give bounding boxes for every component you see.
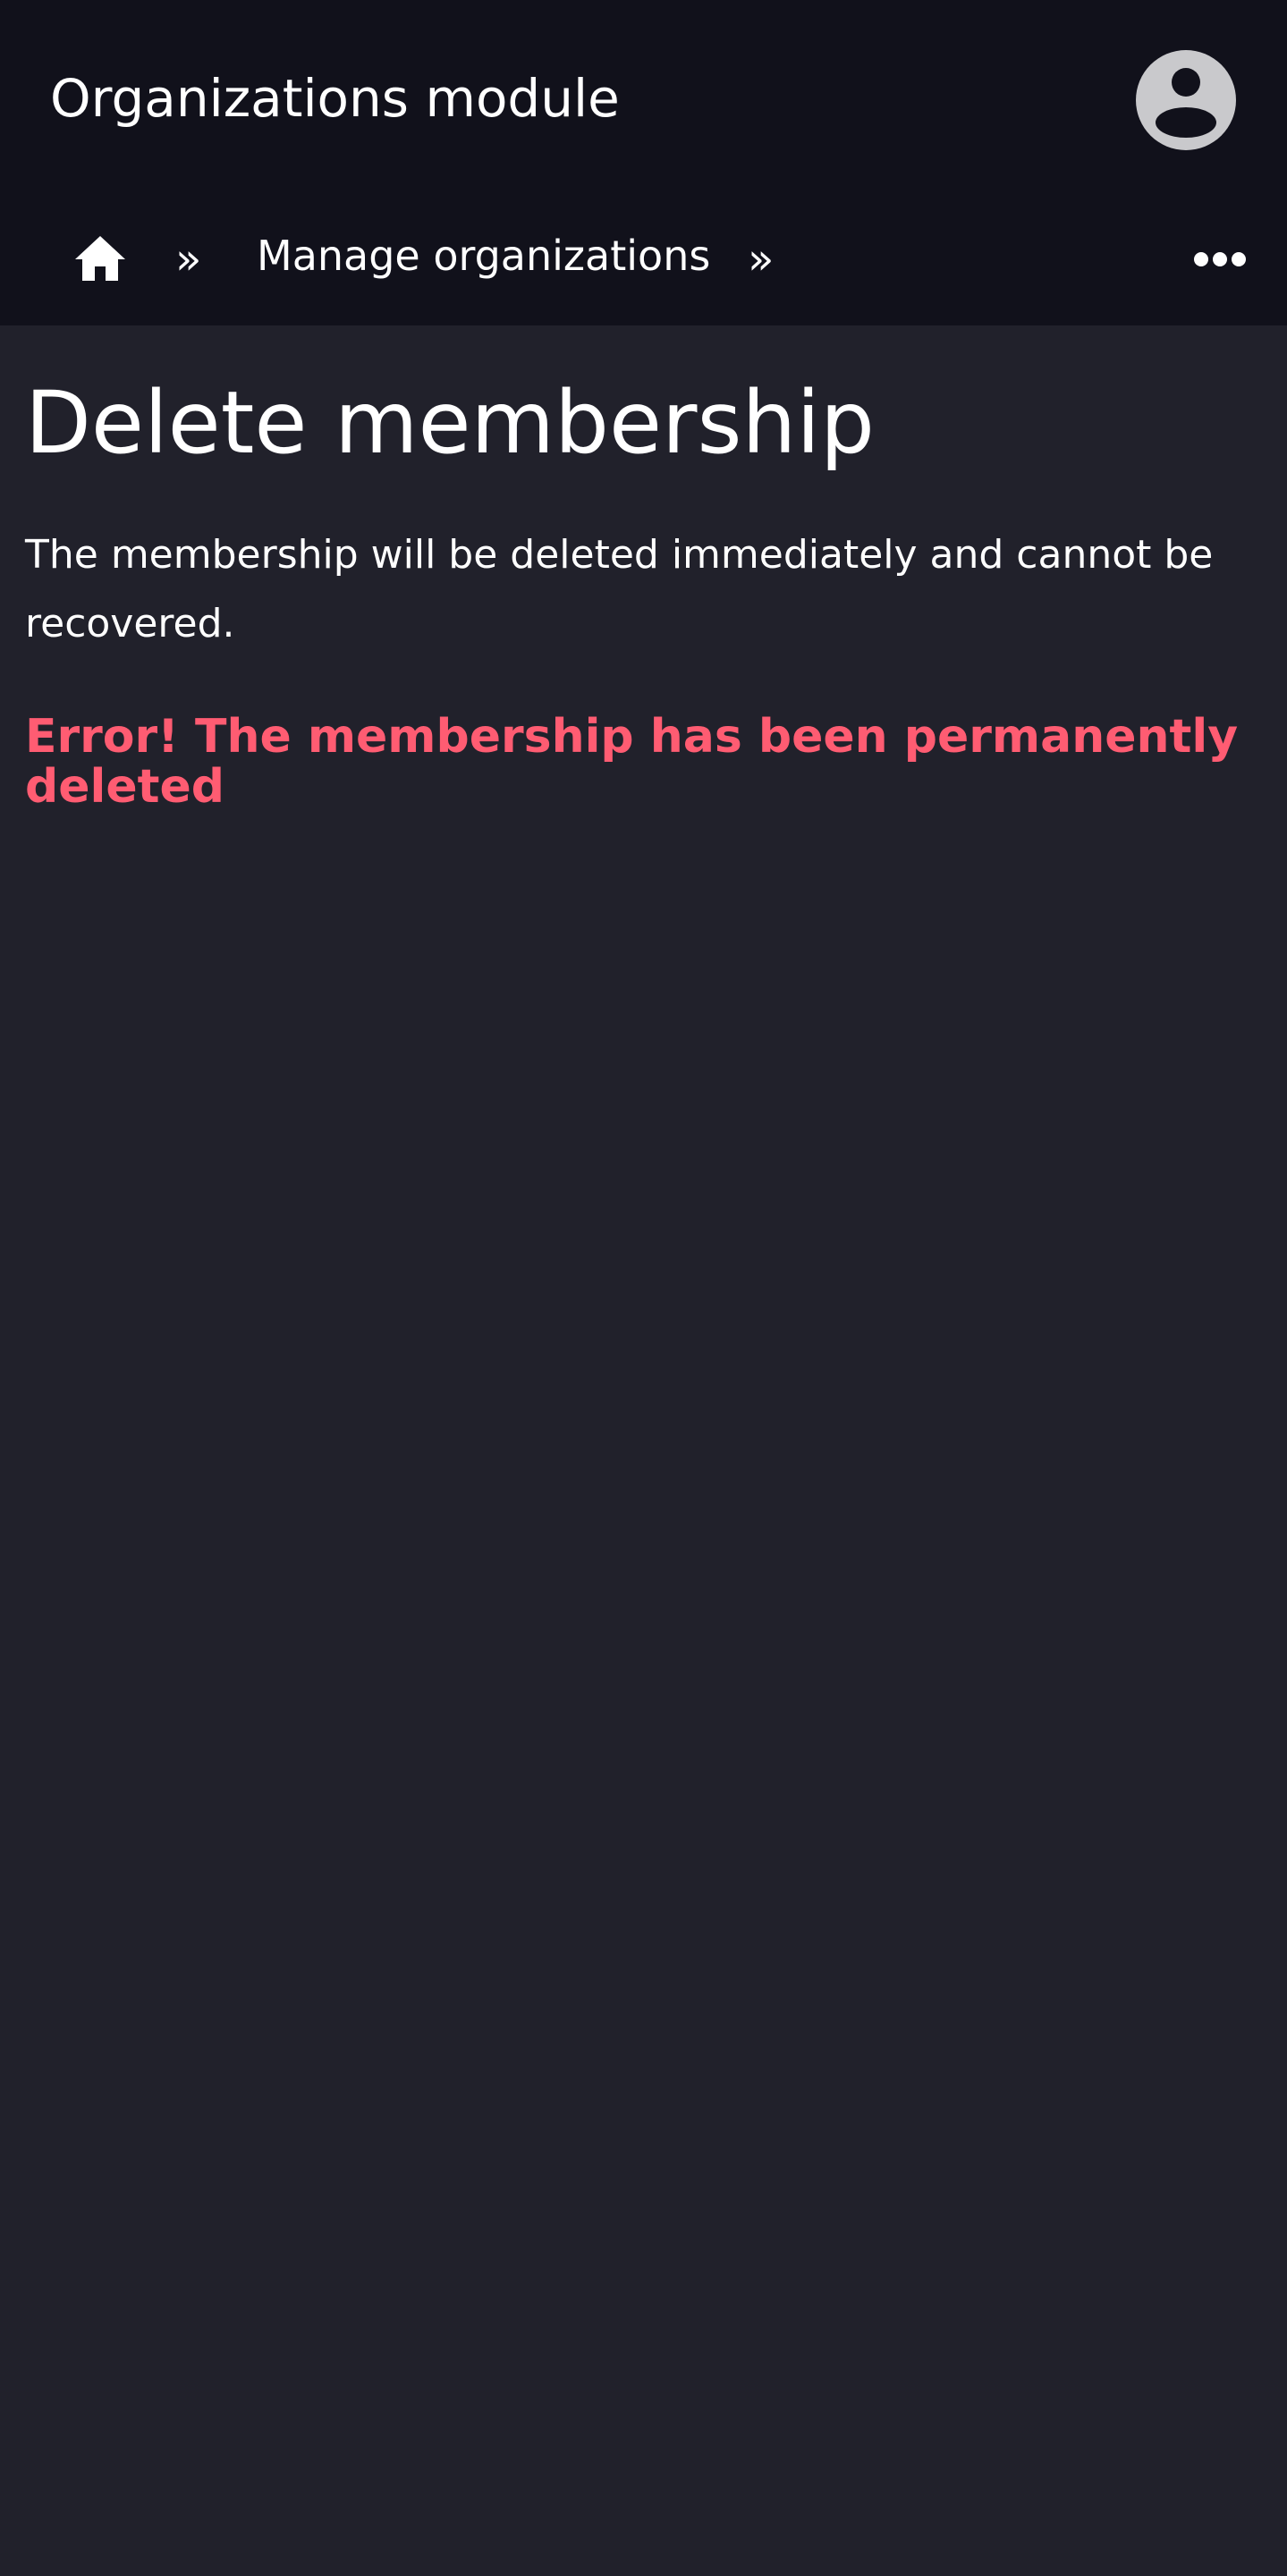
- error-message: Error! The membership has been permanent…: [25, 710, 1239, 814]
- breadcrumb-item-manage-organizations[interactable]: Manage organizations: [257, 229, 710, 283]
- breadcrumb-separator: »: [748, 234, 775, 284]
- top-app-bar: Organizations module: [0, 0, 1287, 197]
- ellipsis-icon: [1194, 252, 1246, 266]
- breadcrumb-separator: »: [175, 234, 202, 284]
- app-title: Organizations module: [50, 68, 620, 129]
- user-avatar[interactable]: [1136, 50, 1236, 150]
- more-button[interactable]: [1193, 250, 1247, 268]
- home-icon: [75, 236, 125, 281]
- home-link[interactable]: [73, 234, 127, 283]
- user-circle-icon: [1136, 50, 1236, 150]
- page-title: Delete membership: [25, 373, 875, 473]
- warning-description: The membership will be deleted immediate…: [25, 532, 1214, 646]
